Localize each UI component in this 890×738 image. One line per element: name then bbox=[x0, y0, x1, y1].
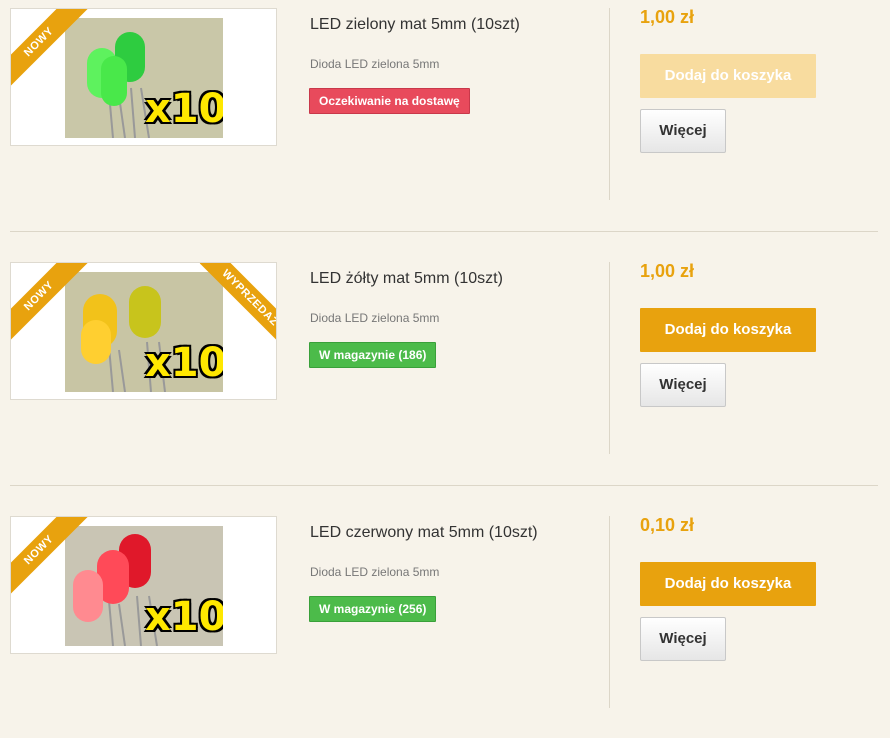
product-title[interactable]: LED zielony mat 5mm (10szt) bbox=[310, 16, 520, 34]
divider bbox=[609, 8, 610, 200]
row-separator bbox=[10, 485, 878, 486]
status-badge: W magazynie (186) bbox=[309, 342, 437, 368]
product-price: 1,00 zł bbox=[640, 7, 695, 27]
product-thumbnail[interactable]: x10 NOWY bbox=[10, 8, 277, 146]
product-row: x10 NOWY WYPRZEDAŻ LED żółty mat 5mm (10… bbox=[0, 254, 890, 484]
product-price: 0,10 zł bbox=[640, 515, 695, 535]
product-title[interactable]: LED czerwony mat 5mm (10szt) bbox=[310, 524, 538, 542]
quantity-overlay: x10 bbox=[145, 86, 223, 132]
product-row: x10 NOWY LED czerwony mat 5mm (10szt) Di… bbox=[0, 508, 890, 738]
product-thumbnail[interactable]: x10 NOWY WYPRZEDAŻ bbox=[10, 262, 277, 400]
more-button[interactable]: Więcej bbox=[640, 363, 726, 407]
status-badge: W magazynie (256) bbox=[309, 596, 437, 622]
row-separator bbox=[10, 231, 878, 232]
quantity-overlay: x10 bbox=[145, 594, 223, 640]
product-price: 1,00 zł bbox=[640, 261, 695, 281]
product-title[interactable]: LED żółty mat 5mm (10szt) bbox=[310, 270, 503, 288]
divider bbox=[609, 262, 610, 454]
product-row: x10 NOWY LED zielony mat 5mm (10szt) Dio… bbox=[0, 0, 890, 230]
product-photo: x10 bbox=[65, 526, 223, 646]
quantity-overlay: x10 bbox=[145, 340, 223, 386]
product-description: Dioda LED zielona 5mm bbox=[310, 57, 440, 71]
status-badge: Oczekiwanie na dostawę bbox=[309, 88, 470, 114]
product-photo: x10 bbox=[65, 18, 223, 138]
product-photo: x10 bbox=[65, 272, 223, 392]
more-button[interactable]: Więcej bbox=[640, 617, 726, 661]
product-description: Dioda LED zielona 5mm bbox=[310, 565, 440, 579]
product-thumbnail[interactable]: x10 NOWY bbox=[10, 516, 277, 654]
add-to-cart-button[interactable]: Dodaj do koszyka bbox=[640, 562, 816, 606]
add-to-cart-button[interactable]: Dodaj do koszyka bbox=[640, 308, 816, 352]
add-to-cart-button[interactable]: Dodaj do koszyka bbox=[640, 54, 816, 98]
product-description: Dioda LED zielona 5mm bbox=[310, 311, 440, 325]
more-button[interactable]: Więcej bbox=[640, 109, 726, 153]
divider bbox=[609, 516, 610, 708]
